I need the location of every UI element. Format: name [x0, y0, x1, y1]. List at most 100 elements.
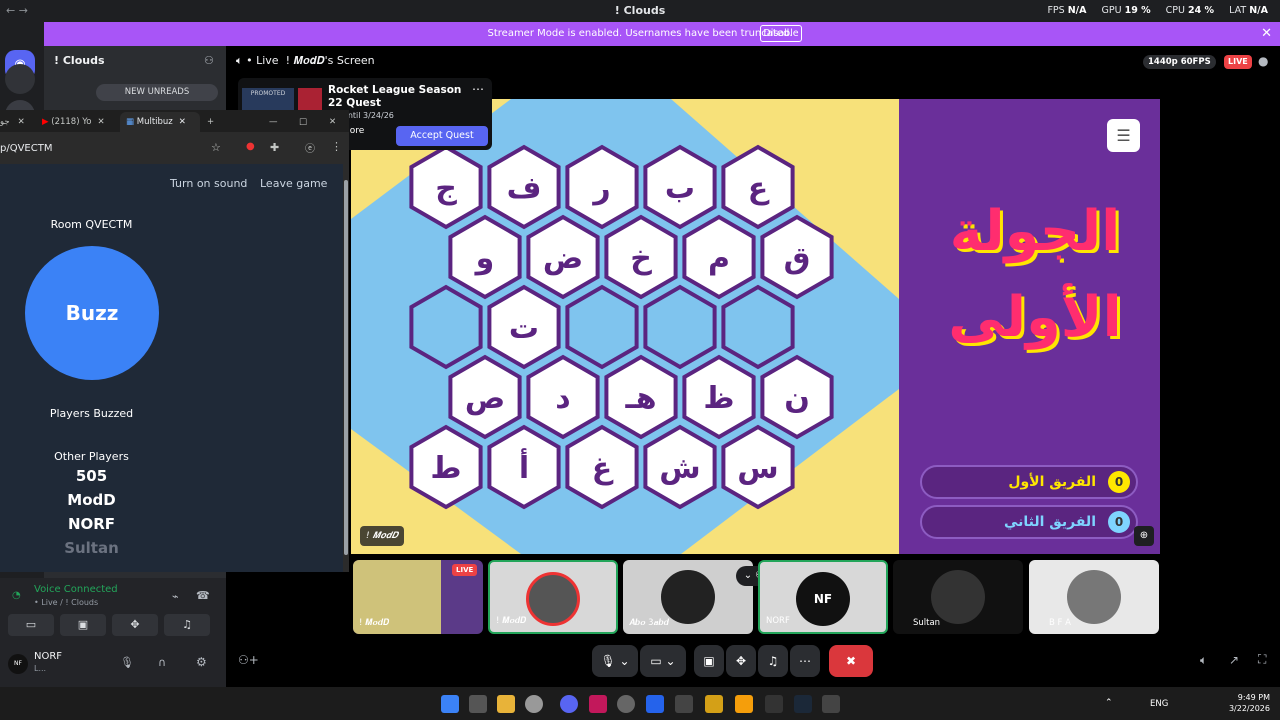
more-options-icon[interactable]: ⋯ — [790, 645, 820, 677]
chrome-icon[interactable] — [525, 695, 543, 713]
hex-cell[interactable]: ش — [643, 424, 717, 510]
participant-tile[interactable]: Sultan — [893, 560, 1023, 634]
participant-tile[interactable]: ! 𝑴𝒐𝒅𝑫 — [488, 560, 618, 634]
turn-on-sound-link[interactable]: Turn on sound — [170, 177, 247, 190]
invite-icon[interactable]: ⚇+ — [238, 653, 259, 667]
hex-cell[interactable]: ر — [565, 144, 639, 230]
extensions-puzzle-icon[interactable]: ✚ — [270, 141, 279, 154]
more-options-icon[interactable]: ⋯ — [472, 82, 484, 96]
disconnect-icon[interactable]: ☎ — [196, 589, 210, 602]
app-icon[interactable] — [675, 695, 693, 713]
server-name[interactable]: ! Clouds — [54, 54, 105, 67]
accept-quest-button[interactable]: Accept Quest — [396, 126, 488, 146]
hex-cell[interactable] — [643, 284, 717, 370]
soundboard-icon[interactable]: ♫ — [758, 645, 788, 677]
start-icon[interactable] — [441, 695, 459, 713]
user-name[interactable]: NORF — [34, 651, 62, 662]
microphone-icon[interactable]: 🎙︎ — [120, 656, 134, 669]
hex-cell[interactable] — [565, 284, 639, 370]
close-icon[interactable]: ✕ — [97, 117, 104, 127]
minimize-icon[interactable]: — — [269, 112, 278, 132]
fullscreen-icon[interactable]: ⛶ — [1258, 652, 1266, 667]
screen-share-icon[interactable]: ▣ — [60, 614, 106, 636]
participant-tile[interactable]: B F A — [1029, 560, 1159, 634]
microphone-icon[interactable]: 🎙︎ ⌄ — [592, 645, 638, 677]
leave-game-link[interactable]: Leave game — [260, 177, 327, 190]
participant-tile[interactable]: 𝑨𝒃𝒐 3𝒂𝒃𝒅 — [623, 560, 753, 634]
app-icon[interactable] — [765, 695, 783, 713]
speaker-icon[interactable]: 🔈︎ — [236, 54, 243, 67]
hex-cell[interactable]: ت — [487, 284, 561, 370]
hex-cell[interactable]: ع — [721, 144, 795, 230]
browser-tab[interactable]: ▶ (2118) Yo ✕ — [42, 112, 118, 132]
mute-stream-icon[interactable]: 🔈︎ — [1200, 653, 1207, 668]
menu-icon[interactable]: ☰ — [1107, 119, 1140, 152]
add-member-icon[interactable]: ⚇ — [204, 54, 214, 67]
activities-icon[interactable]: ✥ — [726, 645, 756, 677]
hex-cell[interactable]: غ — [565, 424, 639, 510]
hex-cell[interactable] — [409, 284, 483, 370]
screen-share-icon[interactable]: ▣ — [694, 645, 724, 677]
hex-cell[interactable]: ظ — [682, 354, 756, 440]
hex-cell[interactable]: م — [682, 214, 756, 300]
new-tab-icon[interactable]: + — [207, 112, 214, 132]
hex-cell[interactable]: ط — [409, 424, 483, 510]
hex-cell[interactable]: أ — [487, 424, 561, 510]
scrollbar-thumb[interactable] — [344, 180, 348, 555]
chat-icon[interactable]: ● — [1258, 54, 1268, 68]
file-explorer-icon[interactable] — [497, 695, 515, 713]
camera-off-icon[interactable]: ▭ ⌄ — [640, 645, 686, 677]
soundboard-icon[interactable]: ♫ — [164, 614, 210, 636]
participant-tile-stream[interactable]: LIVE ! 𝑴𝒐𝒅𝑫 — [353, 560, 483, 634]
disable-streamer-mode-button[interactable]: Disable — [760, 25, 802, 42]
server-icon[interactable] — [5, 64, 35, 94]
hex-cell[interactable]: س — [721, 424, 795, 510]
hex-cell[interactable]: د — [526, 354, 600, 440]
gear-icon[interactable]: ⚙ — [196, 655, 207, 669]
maximize-icon[interactable]: □ — [299, 112, 307, 132]
popout-icon[interactable]: ↗ — [1229, 653, 1239, 667]
profile-icon[interactable]: ⓔ — [305, 140, 315, 155]
close-icon[interactable]: ✕ — [179, 117, 186, 127]
avatar[interactable]: NF — [8, 654, 28, 674]
bookmark-star-icon[interactable]: ☆ — [211, 141, 221, 154]
camera-off-icon[interactable]: ▭ — [8, 614, 54, 636]
hex-cell[interactable]: خ — [604, 214, 678, 300]
hex-cell[interactable]: ج — [409, 144, 483, 230]
app-icon[interactable] — [822, 695, 840, 713]
tray-overflow-icon[interactable]: ⌃ — [1105, 698, 1113, 708]
headphones-icon[interactable]: ∩ — [158, 656, 166, 669]
hex-cell[interactable]: ق — [760, 214, 834, 300]
voice-channel-path[interactable]: • Live / ! Clouds — [34, 598, 98, 607]
buzz-button[interactable]: Buzz — [25, 246, 159, 380]
app-icon[interactable] — [705, 695, 723, 713]
hex-cell[interactable]: ص — [448, 354, 522, 440]
app-icon[interactable] — [589, 695, 607, 713]
close-window-icon[interactable]: ✕ — [329, 112, 336, 132]
hex-cell[interactable]: ف — [487, 144, 561, 230]
url-input[interactable]: p/QVECTM — [0, 143, 52, 154]
app-icon[interactable] — [735, 695, 753, 713]
hex-cell[interactable]: ب — [643, 144, 717, 230]
clock[interactable]: 9:49 PM 3/22/2026 — [1229, 692, 1270, 714]
participant-tile[interactable]: NF NORF — [758, 560, 888, 634]
leave-call-button[interactable]: ✖ — [829, 645, 873, 677]
steam-icon[interactable] — [794, 695, 812, 713]
task-view-icon[interactable] — [469, 695, 487, 713]
hex-cell[interactable] — [721, 284, 795, 370]
browser-tab[interactable]: جو ✕ — [0, 112, 36, 132]
discord-icon[interactable] — [560, 695, 578, 713]
zoom-icon[interactable]: ⊕ — [1134, 526, 1154, 546]
new-unreads-pill[interactable]: NEW UNREADS — [96, 84, 218, 101]
settings-icon[interactable] — [617, 695, 635, 713]
extension-icon[interactable]: ● — [246, 141, 255, 152]
noise-suppression-icon[interactable]: ⌁ — [172, 590, 179, 603]
hex-cell[interactable]: ض — [526, 214, 600, 300]
language-indicator[interactable]: ENG — [1150, 699, 1168, 709]
close-icon[interactable]: ✕ — [1261, 26, 1272, 41]
hex-cell[interactable]: ن — [760, 354, 834, 440]
voice-connected-status[interactable]: Voice Connected — [34, 584, 118, 595]
app-icon[interactable] — [646, 695, 664, 713]
hex-cell[interactable]: هـ — [604, 354, 678, 440]
browser-tab-active[interactable]: ▦ Multibuz ✕ — [120, 112, 200, 132]
